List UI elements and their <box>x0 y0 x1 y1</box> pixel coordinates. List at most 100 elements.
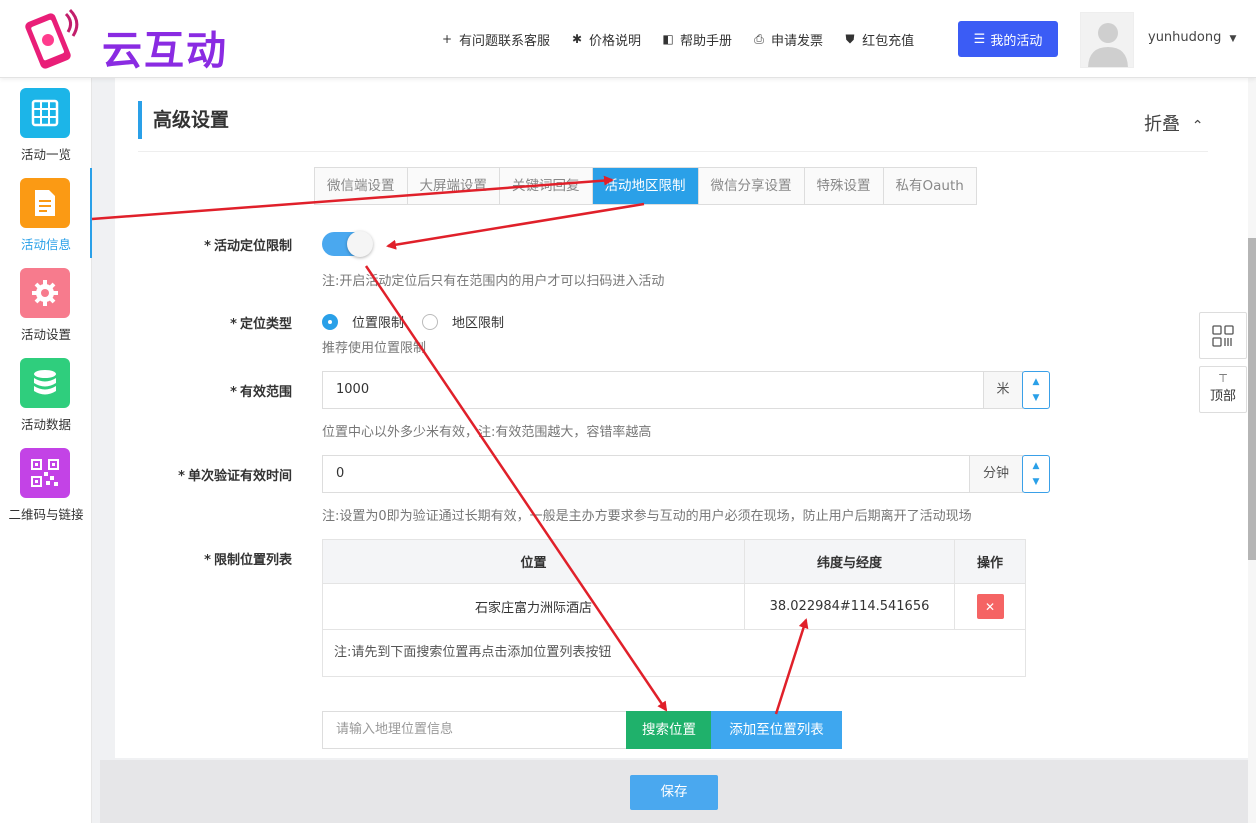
location-limit-toggle[interactable] <box>322 231 373 257</box>
logo-text: 云互动 <box>102 28 228 74</box>
required-mark: * <box>204 553 211 568</box>
list-icon: ☰ <box>973 31 986 47</box>
location-list-label: * 限制位置列表 <box>2 549 292 568</box>
top-header: 云互动 + 有问题联系客服 ✱ 价格说明 ◧ 帮助手册 ⎙ 申请发票 ⛊ 红包充… <box>0 0 1256 78</box>
action-cell: ✕ <box>955 584 1025 629</box>
back-to-top-button[interactable]: ⊤ 顶部 <box>1199 366 1247 413</box>
gear-icon <box>20 268 70 318</box>
search-location-button[interactable]: 搜索位置 <box>626 711 712 749</box>
location-type-label-text: 定位类型 <box>239 317 292 332</box>
sidebar: 活动一览 活动信息 活动设置 活动数据 二维码与链接 <box>0 78 92 823</box>
sidebar-item-label: 活动数据 <box>20 417 71 432</box>
range-stepper[interactable]: ▲ ▼ <box>1022 371 1050 409</box>
chevron-down-icon[interactable]: ▼ <box>1023 477 1049 487</box>
range-unit: 米 <box>983 371 1023 409</box>
close-icon: ✕ <box>984 599 996 614</box>
printer-icon: ⎙ <box>754 31 764 46</box>
tab-bigscreen[interactable]: 大屏端设置 <box>407 168 500 204</box>
nav-help-label: 帮助手册 <box>680 33 733 49</box>
verify-time-stepper[interactable]: ▲ ▼ <box>1022 455 1050 493</box>
verify-time-label: * 单次验证有效时间 <box>2 465 292 484</box>
collapse-toggle[interactable]: 折叠 ⌃ <box>1144 110 1203 136</box>
chevron-up-icon[interactable]: ▲ <box>1023 377 1049 387</box>
location-list-note: 注:请先到下面搜索位置再点击添加位置列表按钮 <box>323 629 1025 676</box>
avatar[interactable] <box>1080 12 1134 68</box>
sidebar-item-overview[interactable]: 活动一览 <box>0 78 92 168</box>
chevron-down-icon[interactable]: ▼ <box>1023 393 1049 403</box>
column-header: 位置 <box>323 540 745 583</box>
required-mark: * <box>230 317 237 332</box>
radio-region-limit[interactable]: 地区限制 <box>422 312 504 331</box>
coords-cell: 38.022984#114.541656 <box>745 584 955 629</box>
range-note: 位置中心以外多少米有效，注:有效范围越大，容错率越高 <box>322 425 652 440</box>
back-to-top-label: 顶部 <box>1209 389 1236 404</box>
location-list-label-text: 限制位置列表 <box>213 553 292 568</box>
chevron-up-icon[interactable]: ▲ <box>1023 461 1049 471</box>
tab-wechat-share[interactable]: 微信分享设置 <box>698 168 805 204</box>
location-table: 位置 纬度与经度 操作 石家庄富力洲际酒店 38.022984#114.5416… <box>322 539 1026 677</box>
logo[interactable]: 云互动 <box>18 8 228 74</box>
verify-time-label-text: 单次验证有效时间 <box>187 469 292 484</box>
required-mark: * <box>230 385 237 400</box>
settings-tabs: 微信端设置 大屏端设置 关键词回复 活动地区限制 微信分享设置 特殊设置 私有O… <box>314 167 977 205</box>
range-input[interactable]: 1000 <box>322 371 984 409</box>
nav-support[interactable]: + 有问题联系客服 <box>440 30 550 49</box>
tab-region-limit[interactable]: 活动地区限制 <box>592 168 699 204</box>
sidebar-item-label: 活动一览 <box>20 147 71 162</box>
verify-time-note: 注:设置为0即为验证通过长期有效，一般是主办方要求参与互动的用户必须在现场，防止… <box>322 509 972 524</box>
location-search-input[interactable]: 请输入地理位置信息 <box>322 711 627 749</box>
sidebar-item-settings[interactable]: 活动设置 <box>0 258 92 348</box>
username: yunhudong <box>1148 30 1222 45</box>
scrollbar-thumb[interactable] <box>1248 238 1256 560</box>
phone-logo-icon <box>25 8 79 69</box>
divider <box>138 151 1208 152</box>
caret-down-icon: ▼ <box>1229 34 1237 44</box>
nav-support-label: 有问题联系客服 <box>459 33 551 49</box>
location-limit-label-text: 活动定位限制 <box>213 239 292 254</box>
radio-label: 位置限制 <box>352 316 405 331</box>
user-silhouette-icon <box>1088 23 1128 67</box>
table-row: 石家庄富力洲际酒店 38.022984#114.541656 ✕ <box>323 583 1025 629</box>
delete-button[interactable]: ✕ <box>976 594 1004 619</box>
arrow-up-icon: ⊤ <box>1218 372 1228 385</box>
add-to-list-button[interactable]: 添加至位置列表 <box>711 711 842 749</box>
grid-icon <box>20 88 70 138</box>
location-type-note: 推荐使用位置限制 <box>322 341 427 356</box>
verify-time-unit: 分钟 <box>969 455 1023 493</box>
top-nav: + 有问题联系客服 ✱ 价格说明 ◧ 帮助手册 ⎙ 申请发票 ⛊ 红包充值 <box>440 22 934 56</box>
column-header: 纬度与经度 <box>745 540 955 583</box>
tab-private-oauth[interactable]: 私有Oauth <box>883 168 976 204</box>
radio-position-limit[interactable]: 位置限制 <box>322 312 404 331</box>
collapse-label: 折叠 <box>1144 114 1180 135</box>
shield-icon: ⛊ <box>845 31 855 46</box>
verify-time-input[interactable]: 0 <box>322 455 970 493</box>
range-label: * 有效范围 <box>2 381 292 400</box>
my-activity-button[interactable]: ☰ 我的活动 <box>958 21 1058 57</box>
save-button[interactable]: 保存 <box>630 775 718 810</box>
nav-help[interactable]: ◧ 帮助手册 <box>661 30 732 49</box>
nav-invoice[interactable]: ⎙ 申请发票 <box>752 30 823 49</box>
range-label-text: 有效范围 <box>239 385 292 400</box>
location-limit-label: * 活动定位限制 <box>2 235 292 254</box>
nav-pricing[interactable]: ✱ 价格说明 <box>570 30 641 49</box>
nav-recharge[interactable]: ⛊ 红包充值 <box>843 30 915 49</box>
radio-checked-icon <box>322 313 338 330</box>
tab-wechat[interactable]: 微信端设置 <box>315 168 408 204</box>
required-mark: * <box>204 239 211 254</box>
required-mark: * <box>178 469 185 484</box>
nav-pricing-label: 价格说明 <box>589 33 642 49</box>
sidebar-item-label: 二维码与链接 <box>8 507 84 522</box>
book-icon: ◧ <box>662 32 674 46</box>
tab-special[interactable]: 特殊设置 <box>804 168 884 204</box>
toggle-knob <box>347 231 373 257</box>
gear-icon: ✱ <box>571 32 583 46</box>
location-cell: 石家庄富力洲际酒店 <box>323 584 745 629</box>
qrcode-float-button[interactable] <box>1199 312 1247 359</box>
nav-invoice-label: 申请发票 <box>771 33 824 49</box>
chevron-up-icon: ⌃ <box>1191 118 1204 134</box>
user-menu[interactable]: yunhudong ▼ <box>1148 30 1236 45</box>
radio-unchecked-icon <box>422 313 438 330</box>
tab-keyword-reply[interactable]: 关键词回复 <box>500 168 593 204</box>
my-activity-label: 我的活动 <box>990 33 1043 49</box>
user-plus-icon: + <box>441 32 453 46</box>
